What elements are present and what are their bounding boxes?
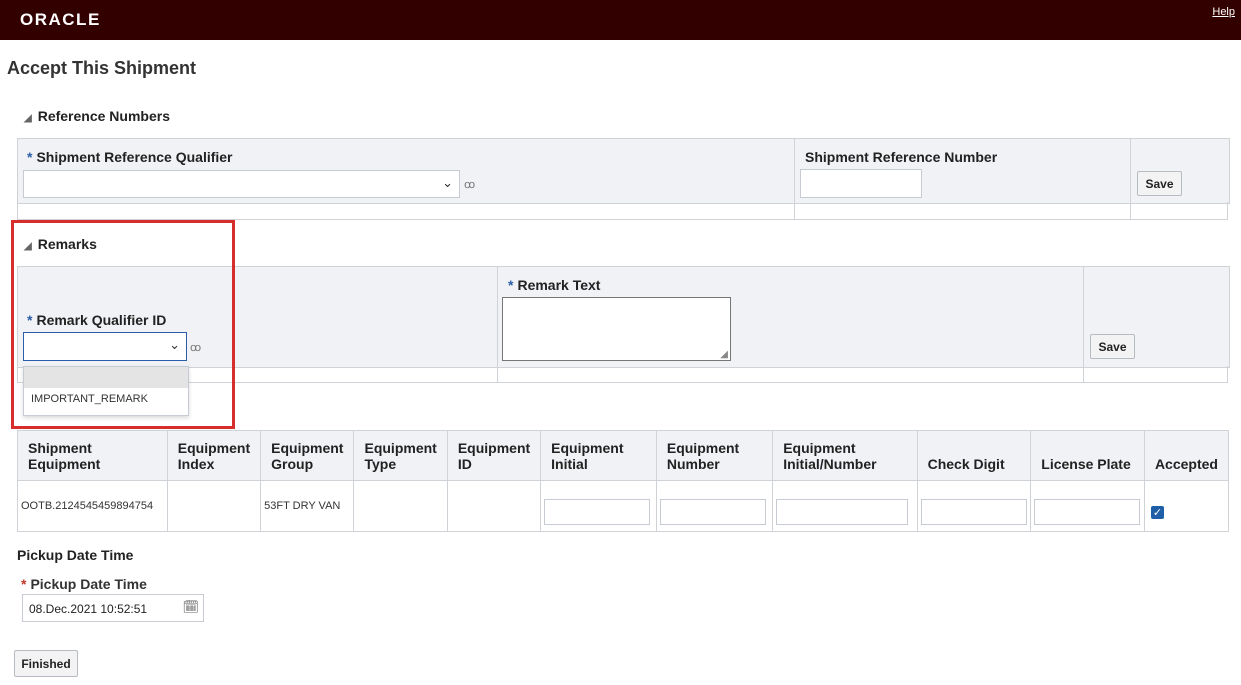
page-title: Accept This Shipment (7, 58, 197, 78)
column-header: Equipment ID (446, 430, 542, 481)
search-glasses-icon[interactable]: ꝏ (464, 178, 475, 191)
save-remark-button[interactable]: Save (1090, 334, 1135, 359)
equipment-type-cell (353, 480, 448, 532)
equipment-initial-cell (540, 480, 657, 532)
save-reference-button[interactable]: Save (1137, 171, 1182, 196)
column-header: Accepted (1143, 430, 1230, 481)
remark-text-label: * Remark Text (508, 277, 600, 293)
equipment-table: Shipment Equipment Equipment Index Equip… (17, 430, 1230, 532)
reference-numbers-empty-row (17, 202, 1228, 220)
finished-button[interactable]: Finished (14, 650, 78, 677)
pickup-date-time-label: * Pickup Date Time (21, 576, 147, 592)
column-header: Check Digit (916, 430, 1032, 481)
required-asterisk-icon: * (508, 277, 514, 293)
equipment-initial-number-input[interactable] (776, 499, 909, 525)
help-link[interactable]: Help (1212, 6, 1235, 18)
equipment-group-cell: 53FT DRY VAN (260, 480, 355, 532)
shipment-reference-number-input[interactable] (800, 169, 922, 198)
equipment-id-cell (446, 480, 542, 532)
top-bar (0, 0, 1241, 40)
resize-handle-icon[interactable]: ◢ (720, 349, 728, 360)
equipment-number-input[interactable] (659, 499, 766, 525)
equipment-number-cell (655, 480, 774, 532)
column-header: Equipment Initial/Number (772, 430, 918, 481)
pickup-date-time-input[interactable]: 08.Dec.2021 10:52:51 🗓 (22, 594, 204, 622)
oracle-logo: ORACLE (20, 10, 101, 29)
required-asterisk-icon: * (27, 149, 33, 165)
shipment-reference-qualifier-label: * Shipment Reference Qualifier (27, 149, 233, 165)
equipment-initial-number-cell (772, 480, 918, 532)
chevron-down-icon: ⌄ (442, 175, 453, 190)
label-text: Pickup Date Time (30, 576, 147, 592)
collapse-triangle-icon: ◢ (24, 113, 32, 124)
equipment-index-cell (166, 480, 262, 532)
calendar-icon[interactable]: 🗓 (182, 599, 199, 615)
remark-text-area[interactable]: ◢ (502, 297, 731, 361)
column-header: Equipment Group (260, 430, 355, 481)
license-plate-input[interactable] (1034, 499, 1141, 525)
column-header: Equipment Number (655, 430, 774, 481)
label-text: Remark Text (517, 277, 601, 293)
pickup-date-time-value: 08.Dec.2021 10:52:51 (29, 602, 148, 616)
accepted-cell: ✓ (1143, 480, 1230, 532)
equipment-initial-input[interactable] (544, 499, 651, 525)
pickup-date-time-title: Pickup Date Time (17, 547, 134, 563)
shipment-reference-number-label: Shipment Reference Number (805, 149, 998, 165)
check-digit-cell (916, 480, 1032, 532)
accepted-checkbox[interactable]: ✓ (1150, 505, 1164, 519)
label-text: Shipment Reference Qualifier (36, 149, 233, 165)
reference-numbers-title: Reference Numbers (37, 108, 170, 124)
column-header: Equipment Index (166, 430, 262, 481)
table-row: OOTB.2124545459894754 53FT DRY VAN ✓ (17, 480, 1230, 532)
check-digit-input[interactable] (920, 499, 1027, 525)
license-plate-cell (1030, 480, 1145, 532)
highlight-box (11, 220, 235, 429)
column-header: Equipment Initial (540, 430, 657, 481)
column-header: Equipment Type (353, 430, 448, 481)
column-header: Shipment Equipment (17, 430, 168, 481)
column-header: License Plate (1030, 430, 1145, 481)
reference-numbers-header[interactable]: ◢ Reference Numbers (24, 108, 170, 124)
required-asterisk-icon: * (21, 576, 27, 592)
shipment-reference-qualifier-select[interactable]: ⌄ (23, 170, 460, 198)
shipment-equipment-cell: OOTB.2124545459894754 (17, 480, 168, 532)
